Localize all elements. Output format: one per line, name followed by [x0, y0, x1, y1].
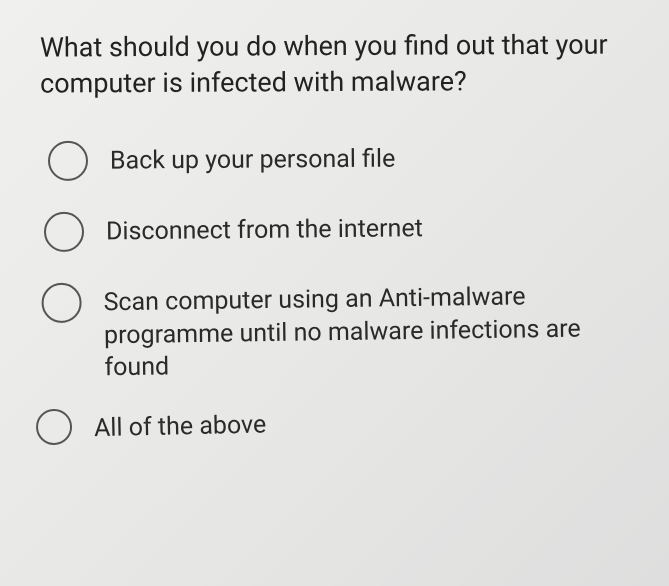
option-label: Back up your personal file — [110, 138, 396, 177]
options-list: Back up your personal file Disconnect fr… — [40, 139, 637, 441]
radio-icon[interactable] — [41, 282, 82, 323]
radio-icon[interactable] — [48, 141, 88, 181]
radio-icon[interactable] — [36, 409, 73, 446]
option-1[interactable]: Back up your personal file — [48, 137, 645, 181]
radio-icon[interactable] — [44, 212, 84, 252]
option-label: Scan computer using an Anti-malware prog… — [103, 275, 639, 385]
option-2[interactable]: Disconnect from the internet — [44, 206, 641, 252]
question-text: What should you do when you find out tha… — [40, 26, 637, 102]
option-label: All of the above — [94, 405, 267, 446]
option-3[interactable]: Scan computer using an Anti-malware prog… — [41, 275, 639, 386]
option-label: Disconnect from the internet — [106, 208, 423, 249]
option-4[interactable]: All of the above — [36, 397, 634, 447]
